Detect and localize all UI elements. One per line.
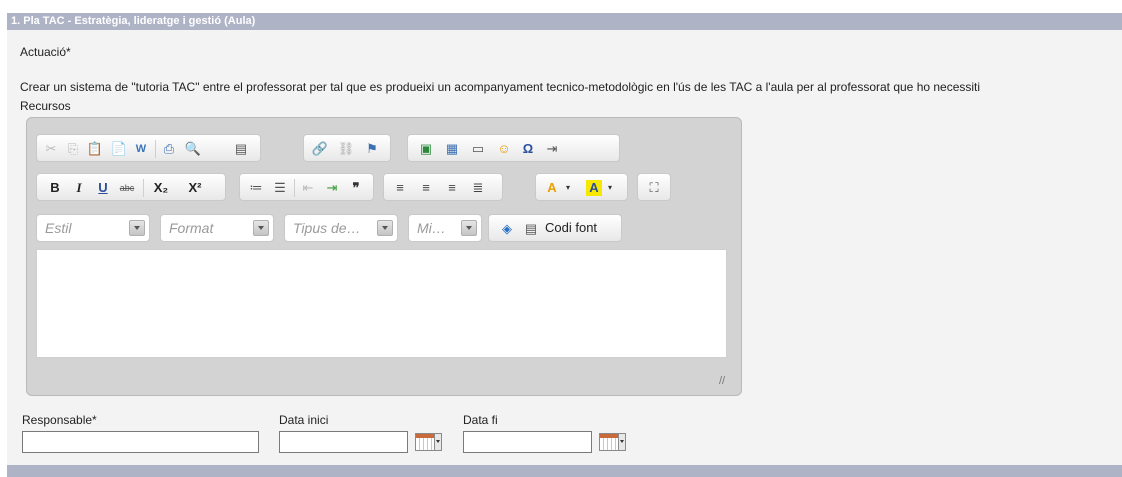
format-combo[interactable]: Format	[160, 214, 274, 242]
chevron-down-icon[interactable]: ▾	[602, 180, 618, 196]
recursos-label: Recursos	[20, 99, 71, 113]
blockquote-icon[interactable]: ❞	[348, 180, 364, 196]
image-icon[interactable]: ▣	[418, 141, 434, 157]
actuacio-text: Crear un sistema de "tutoria TAC" entre …	[20, 80, 981, 94]
responsable-label: Responsable*	[22, 413, 97, 427]
font-combo[interactable]: Tipus de…	[284, 214, 398, 242]
bold-icon[interactable]: B	[47, 180, 63, 196]
numbered-list-icon[interactable]: ≔	[248, 180, 264, 196]
data-fi-input[interactable]	[463, 431, 592, 453]
bulleted-list-icon[interactable]: ☰	[272, 180, 288, 196]
toolbar-separator	[294, 179, 295, 197]
paste-text-icon[interactable]: 📄	[111, 141, 127, 157]
chevron-down-icon[interactable]	[129, 220, 145, 236]
colors-toolbar-group: A ▾ A ▾	[535, 173, 628, 201]
print-icon[interactable]: ⎙	[161, 141, 177, 157]
italic-icon[interactable]: I	[71, 180, 87, 196]
anchor-icon[interactable]: ⚑	[364, 141, 380, 157]
unlink-icon[interactable]: ⛓	[338, 141, 355, 157]
cut-icon[interactable]: ✂	[43, 141, 59, 157]
show-blocks-icon[interactable]: ◈	[499, 221, 515, 237]
size-combo[interactable]: Mi…	[408, 214, 482, 242]
paste-word-icon[interactable]: W	[133, 141, 149, 157]
link-toolbar-group: 🔗 ⛓ ⚑	[303, 134, 391, 162]
maximize-icon[interactable]: ⛶	[646, 180, 662, 196]
section-header: 1. Pla TAC - Estratègia, lideratge i ges…	[7, 13, 1122, 30]
style-combo[interactable]: Estil	[36, 214, 150, 242]
copy-icon[interactable]: ⎘	[65, 141, 81, 157]
preview-icon[interactable]: 🔍	[185, 141, 201, 157]
data-inici-input[interactable]	[279, 431, 408, 453]
chevron-down-icon[interactable]	[461, 220, 477, 236]
background-color-icon[interactable]: A	[586, 180, 602, 196]
templates-icon[interactable]: ▤	[233, 141, 249, 157]
justify-icon[interactable]: ≣	[470, 180, 486, 196]
responsable-input[interactable]	[22, 431, 259, 453]
indent-icon[interactable]: ⇥	[324, 180, 340, 196]
format-combo-label: Format	[169, 220, 214, 236]
chevron-down-icon[interactable]	[377, 220, 393, 236]
section-title: 1. Pla TAC - Estratègia, lideratge i ges…	[11, 15, 256, 27]
chevron-down-icon[interactable]	[434, 433, 442, 451]
actuacio-label: Actuació*	[20, 45, 71, 59]
align-right-icon[interactable]: ≡	[444, 180, 460, 196]
source-toolbar-group: ◈ ▤ Codi font	[488, 214, 622, 242]
page-break-icon[interactable]: ⇥	[544, 141, 560, 157]
calendar-icon[interactable]	[599, 433, 619, 451]
source-icon[interactable]: ▤	[523, 221, 539, 237]
resize-handle-icon[interactable]: //	[719, 375, 731, 387]
superscript-icon[interactable]: X²	[183, 180, 207, 196]
calendar-icon[interactable]	[415, 433, 435, 451]
rich-text-editor: ✂ ⎘ 📋 📄 W ⎙ 🔍 ▤ 🔗 ⛓ ⚑ ▣ ▦ ▭ ☺ Ω ⇥ B I U …	[26, 117, 742, 396]
align-left-icon[interactable]: ≡	[392, 180, 408, 196]
toolbar-separator	[143, 179, 144, 197]
strikethrough-icon[interactable]: abc	[117, 180, 137, 196]
table-icon[interactable]: ▦	[444, 141, 460, 157]
data-inici-label: Data inici	[279, 413, 329, 427]
toolbar-separator	[155, 140, 156, 158]
section-footer-bar	[7, 465, 1122, 477]
subscript-icon[interactable]: X₂	[149, 180, 173, 196]
paste-icon[interactable]: 📋	[87, 141, 103, 157]
basic-styles-toolbar-group: B I U abc X₂ X²	[36, 173, 226, 201]
editor-content-area[interactable]	[36, 249, 727, 358]
clipboard-toolbar-group: ✂ ⎘ 📋 📄 W ⎙ 🔍 ▤	[36, 134, 261, 162]
special-char-icon[interactable]: Ω	[520, 141, 536, 157]
source-button-label[interactable]: Codi font	[545, 220, 597, 235]
size-combo-label: Mi…	[417, 220, 446, 236]
chevron-down-icon[interactable]	[618, 433, 626, 451]
chevron-down-icon[interactable]: ▾	[560, 180, 576, 196]
outdent-icon[interactable]: ⇤	[300, 180, 316, 196]
tools-toolbar-group: ⛶	[637, 173, 671, 201]
link-icon[interactable]: 🔗	[312, 141, 328, 157]
align-toolbar-group: ≡ ≡ ≡ ≣	[383, 173, 503, 201]
smiley-icon[interactable]: ☺	[496, 141, 512, 157]
align-center-icon[interactable]: ≡	[418, 180, 434, 196]
insert-toolbar-group: ▣ ▦ ▭ ☺ Ω ⇥	[407, 134, 620, 162]
underline-icon[interactable]: U	[95, 180, 111, 196]
paragraph-toolbar-group: ≔ ☰ ⇤ ⇥ ❞	[239, 173, 374, 201]
text-color-icon[interactable]: A	[544, 180, 560, 196]
style-combo-label: Estil	[45, 220, 72, 236]
horizontal-rule-icon[interactable]: ▭	[470, 141, 486, 157]
font-combo-label: Tipus de…	[293, 220, 361, 236]
chevron-down-icon[interactable]	[253, 220, 269, 236]
data-fi-label: Data fi	[463, 413, 498, 427]
